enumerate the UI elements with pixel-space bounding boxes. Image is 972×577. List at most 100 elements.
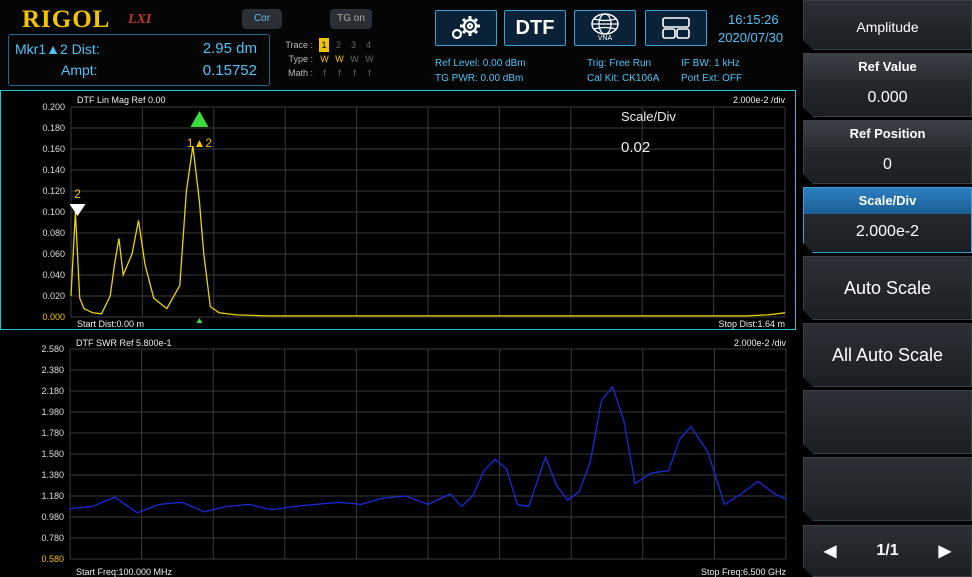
y-tick-label: 0.980 [41,512,64,522]
y-tick-label: 2.380 [41,365,64,375]
type-label: Type : [288,54,313,64]
y-tick-label: 0.000 [42,312,65,322]
trace-info: Trace : 1 2 3 4 Type : W W W W Math : f … [277,38,377,80]
softkey-value: 0 [883,156,892,173]
y-tick-label: 0.780 [41,533,64,543]
marker-1-triangle[interactable] [190,111,209,127]
softkey-value: 2.000e-2 [855,223,920,240]
vna-mode-button[interactable]: VNA [574,10,636,46]
plot-start: Start Freq:100.000 MHz [76,567,173,577]
trace-type: W [320,54,329,64]
trace-type: W [365,54,374,64]
softkey-title: Ref Position [804,121,971,147]
port-extension[interactable]: Port Ext: OFF [681,71,742,86]
dtf-swr-plot[interactable]: 2.580 2.380 2.180 1.980 1.780 1.580 1.380 1.180… [0,334,796,577]
plot-title: DTF Lin Mag Ref 0.00 [77,95,166,105]
page-indicator: 1/1 [876,542,899,559]
scale-div-softkey[interactable]: Scale/Div 2.000e-2 [803,187,972,253]
trace-number[interactable]: 1 [319,38,329,52]
marker-label: 2 [74,187,81,201]
y-tick-label: 0.140 [42,165,65,175]
clock-date: 2020/07/30 [718,30,784,45]
settings-button[interactable] [435,10,497,46]
lxi-logo: LXI [128,12,152,27]
y-tick-label: 1.980 [41,407,64,417]
scale-note-value: 0.02 [621,139,651,156]
cal-kit[interactable]: Cal Kit: CK106A [587,71,659,86]
page-navigator: ◀ 1/1 ▶ [803,525,972,577]
param-group-bw: IF BW: 1 kHz Port Ext: OFF [681,56,742,86]
top-status-bar: RIGOL LXI Cor TG on Mkr1▲2 Dist: 2.95 dm… [0,0,800,90]
trace-label: Trace : [285,40,313,50]
trigger-mode[interactable]: Trig: Free Run [587,56,659,71]
param-group-trigger: Trig: Free Run Cal Kit: CK106A [587,56,659,86]
plot-stop: Stop Freq:6.500 GHz [700,567,786,577]
if-bandwidth[interactable]: IF BW: 1 kHz [681,56,742,71]
trace-number[interactable]: 4 [361,38,376,52]
tg-power[interactable]: TG PWR: 0.00 dBm [435,71,526,86]
marker-delta-label: Mkr1▲2 Dist: [15,41,100,57]
math-label: Math : [287,68,313,78]
rigol-logo: RIGOL [22,6,111,33]
trace-number[interactable]: 3 [346,38,361,52]
vna-globe-icon [591,13,619,35]
y-tick-label: 0.020 [42,291,65,301]
scale-note-label: Scale/Div [621,109,676,124]
y-tick-label: 0.580 [41,554,64,564]
trace-math: f [353,68,356,78]
dtf-mode-button[interactable]: DTF [504,10,566,46]
trace-type: W [350,54,359,64]
marker-readout: Mkr1▲2 Dist: 2.95 dm Ampt: 0.15752 [8,34,270,86]
empty-softkey[interactable] [803,457,972,521]
cor-indicator[interactable]: Cor [242,9,282,29]
plot-stop: Stop Dist:1.64 m [718,319,785,329]
trace-math: f [338,68,341,78]
param-group-level: Ref Level: 0.00 dBm TG PWR: 0.00 dBm [435,56,526,86]
all-auto-scale-button[interactable]: All Auto Scale [803,323,972,387]
y-tick-label: 0.060 [42,249,65,259]
prev-page-icon[interactable]: ◀ [824,541,836,561]
y-tick-label: 0.080 [42,228,65,238]
softkey-title: Scale/Div [804,188,971,214]
vna-label: VNA [597,35,613,42]
auto-scale-button[interactable]: Auto Scale [803,256,972,320]
softkey-title: Ref Value [804,54,971,80]
marker-label: 1▲2 [187,136,213,150]
empty-softkey[interactable] [803,390,972,454]
y-tick-label: 0.040 [42,270,65,280]
marker-x-indicator [196,318,203,323]
trace-math: f [368,68,371,78]
trace-math: f [323,68,326,78]
marker-ampt-value: 0.15752 [202,62,257,79]
trace-type: W [335,54,344,64]
ref-level[interactable]: Ref Level: 0.00 dBm [435,56,526,71]
ref-value-softkey[interactable]: Ref Value 0.000 [803,53,972,117]
gear-icon [451,16,480,40]
marker-2-triangle[interactable] [69,204,86,216]
linmag-chart: 0.200 0.180 0.160 0.140 0.120 0.100 0.080 0.060… [42,102,786,323]
marker-delta-value: 2.95 dm [202,40,257,57]
window-layout-button[interactable] [645,10,707,46]
layout-grid-icon [662,17,690,39]
y-tick-label: 1.180 [41,491,64,501]
marker-ampt-label: Ampt: [61,62,98,78]
plot-start: Start Dist:0.00 m [77,319,145,329]
trace-number[interactable]: 2 [331,38,346,52]
y-tick-label: 2.580 [41,344,64,354]
menu-header-amplitude: Amplitude [803,0,972,50]
clock-time: 16:15:26 [728,12,779,27]
plot-scale-div: 2.000e-2 /div [733,338,786,348]
y-tick-label: 0.180 [42,123,65,133]
plot-scale-div: 2.000e-2 /div [732,95,785,105]
softkey-value: 0.000 [867,89,908,106]
y-tick-label: 1.580 [41,449,64,459]
y-tick-label: 1.780 [41,428,64,438]
dtf-linmag-plot[interactable]: 0.200 0.180 0.160 0.140 0.120 0.100 0.080 0.060… [0,90,796,330]
tg-on-indicator[interactable]: TG on [330,9,372,29]
ref-position-softkey[interactable]: Ref Position 0 [803,120,972,184]
y-tick-label: 0.120 [42,186,65,196]
swr-chart: 2.580 2.380 2.180 1.980 1.780 1.580 1.380 1.180… [41,344,787,564]
next-page-icon[interactable]: ▶ [939,541,951,561]
y-tick-label: 0.200 [42,102,65,112]
y-tick-label: 0.160 [42,144,65,154]
